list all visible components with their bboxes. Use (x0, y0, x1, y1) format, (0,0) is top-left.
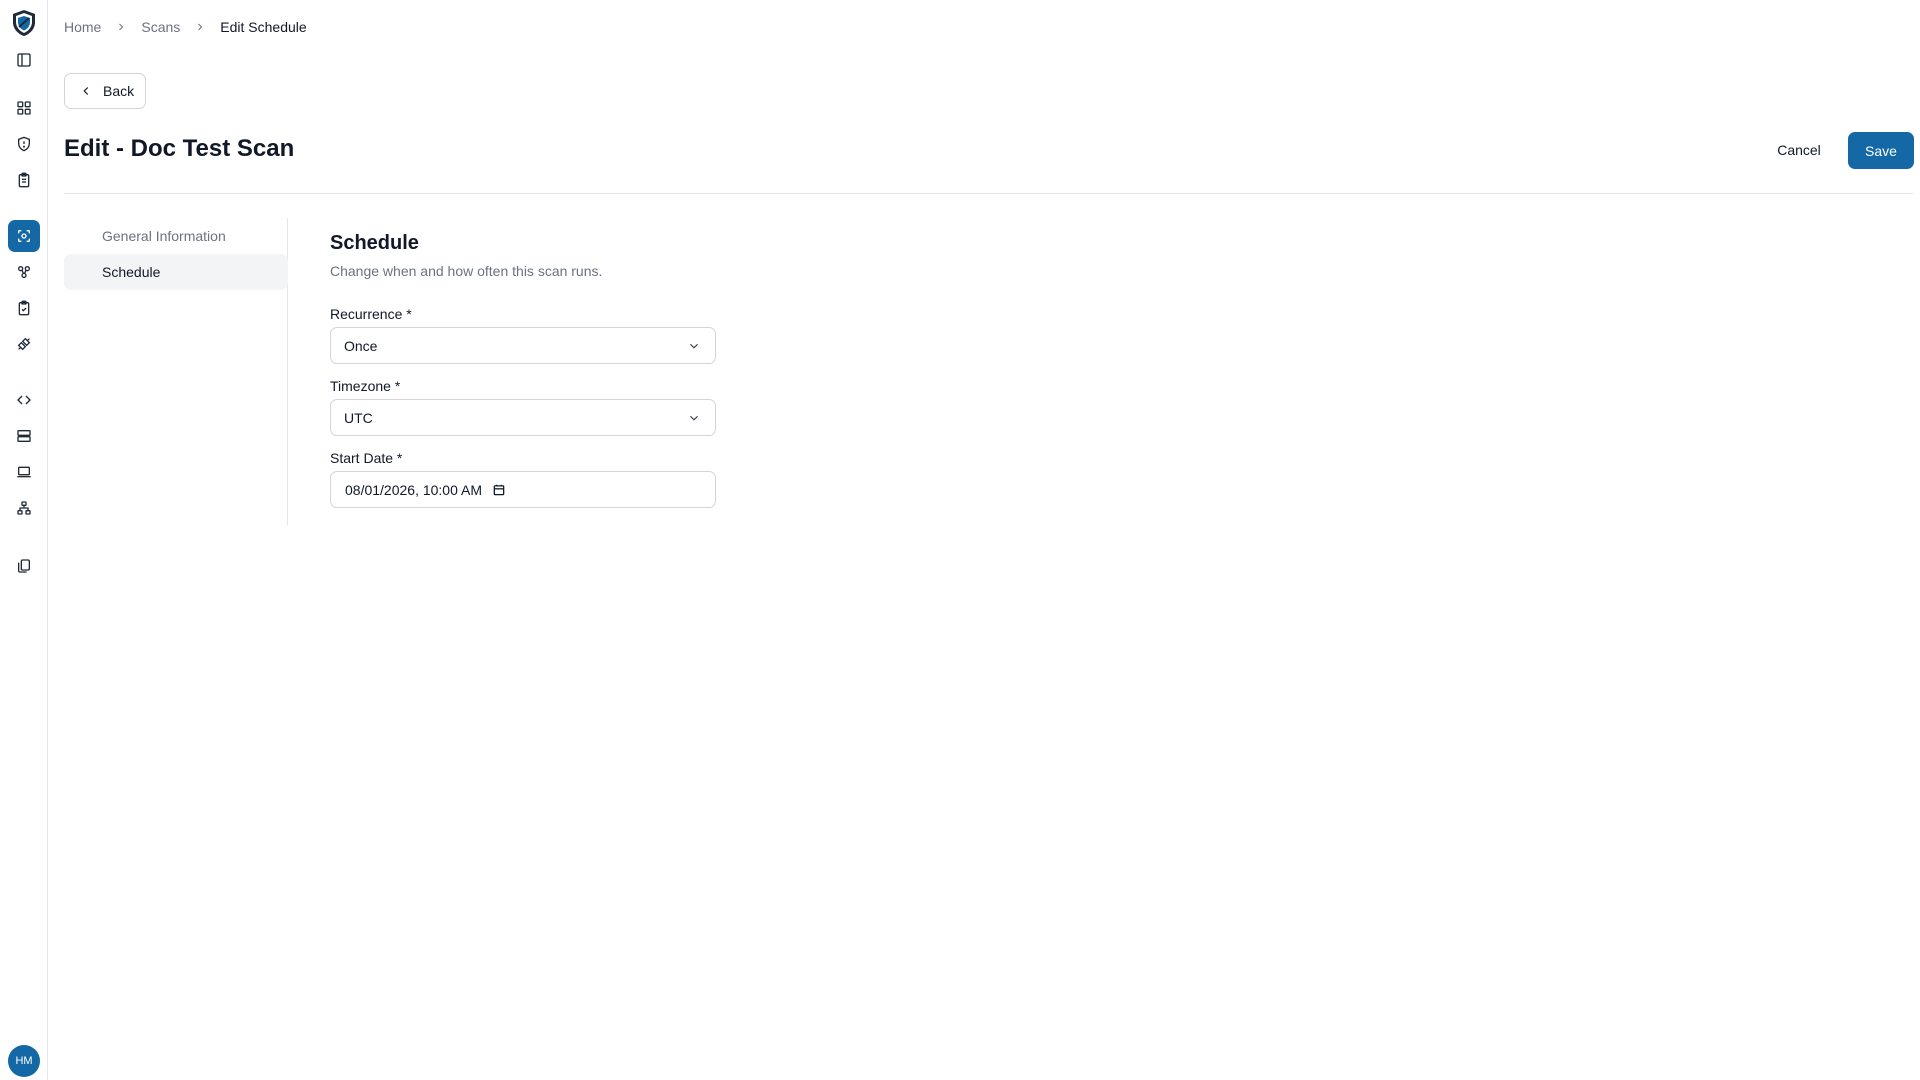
recurrence-label: Recurrence * (330, 306, 412, 322)
documents-icon[interactable] (8, 550, 40, 582)
section-description: Change when and how often this scan runs… (330, 263, 603, 279)
code-icon[interactable] (8, 384, 40, 416)
sidebar-toggle-icon[interactable] (8, 44, 40, 76)
icon-rail: HM (0, 0, 48, 1080)
clipboard-check-icon[interactable] (8, 292, 40, 324)
cancel-button[interactable]: Cancel (1765, 132, 1833, 168)
start-date-value: 08/01/2026, 10:00 AM (345, 481, 482, 498)
user-avatar[interactable]: HM (8, 1045, 40, 1077)
timezone-value: UTC (344, 409, 373, 426)
save-button[interactable]: Save (1848, 132, 1914, 169)
breadcrumb-scans[interactable]: Scans (141, 19, 180, 35)
section-title: Schedule (330, 232, 419, 254)
header-divider (64, 193, 1914, 194)
integrations-icon[interactable] (8, 328, 40, 360)
recurrence-value: Once (344, 337, 378, 354)
shield-logo-icon[interactable] (9, 8, 39, 38)
start-date-label: Start Date * (330, 450, 403, 466)
dashboard-icon[interactable] (8, 92, 40, 124)
breadcrumb-home[interactable]: Home (64, 19, 101, 35)
network-icon[interactable] (8, 492, 40, 524)
start-date-input[interactable]: 08/01/2026, 10:00 AM (330, 471, 716, 508)
timezone-select[interactable]: UTC (330, 399, 716, 436)
scan-icon[interactable] (8, 220, 40, 252)
recurrence-select[interactable]: Once (330, 327, 716, 364)
settings-side-nav: General Information Schedule (64, 218, 288, 525)
breadcrumb-current: Edit Schedule (220, 19, 307, 35)
page-title: Edit - Doc Test Scan (64, 135, 295, 162)
back-button-label: Back (103, 83, 135, 99)
server-icon[interactable] (8, 420, 40, 452)
chevron-down-icon (687, 411, 701, 425)
timezone-label: Timezone * (330, 378, 401, 394)
breadcrumb: Home Scans Edit Schedule (64, 19, 307, 35)
hierarchy-icon[interactable] (8, 256, 40, 288)
schedule-section-header: Schedule Change when and how often this … (330, 232, 720, 279)
shield-alert-icon[interactable] (8, 128, 40, 160)
clipboard-list-icon[interactable] (8, 164, 40, 196)
back-button[interactable]: Back (64, 73, 146, 109)
chevron-right-icon (115, 21, 127, 33)
side-nav-general-information[interactable]: General Information (64, 218, 288, 254)
laptop-icon[interactable] (8, 456, 40, 488)
chevron-down-icon (687, 339, 701, 353)
chevron-left-icon (79, 84, 93, 98)
side-nav-schedule[interactable]: Schedule (64, 254, 288, 290)
chevron-right-icon (194, 21, 206, 33)
calendar-icon[interactable] (492, 483, 506, 497)
